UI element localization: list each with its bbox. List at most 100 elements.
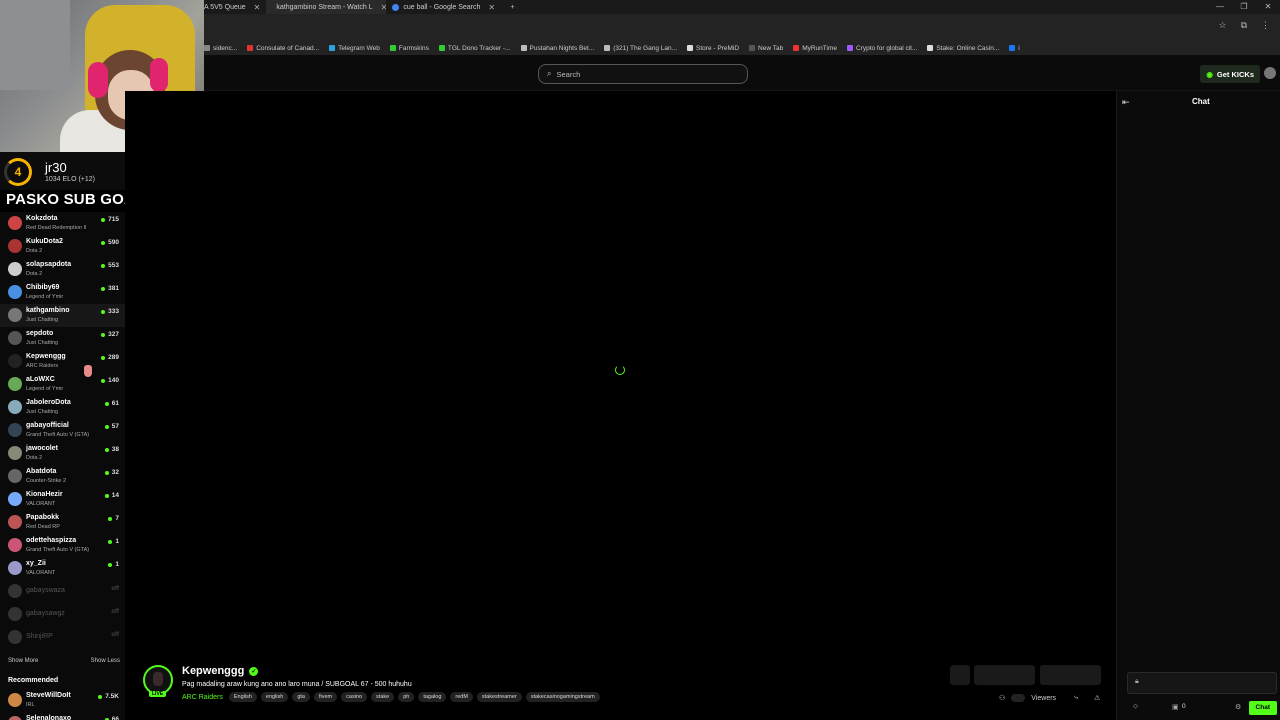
stream-tag[interactable]: fivem	[314, 692, 338, 702]
sidebar-channel[interactable]: jawocolet Dota 2 38	[0, 442, 125, 465]
channel-avatar	[8, 584, 22, 598]
placeholder-button[interactable]	[950, 665, 970, 685]
sidebar-channel[interactable]: Papabokk Red Dead RP 7	[0, 511, 125, 534]
star-icon[interactable]: ☆	[1218, 20, 1226, 31]
points-icon[interactable]: ⬦	[1133, 703, 1138, 711]
channel-avatar	[8, 693, 22, 707]
bookmark-item[interactable]: TGL Dono Tracker -...	[438, 45, 511, 52]
show-less-button[interactable]: Show Less	[91, 658, 120, 664]
share-icon[interactable]: ⤷	[1074, 694, 1078, 702]
sidebar-channel-offline[interactable]: ShinjiRP off	[0, 626, 125, 649]
browser-tab-active[interactable]: kathgambino Stream - Watch L ✕	[266, 0, 387, 14]
bookmark-label: sidenc...	[213, 44, 238, 52]
stream-tag[interactable]: English	[228, 692, 257, 702]
chat-title: Chat	[1192, 97, 1210, 106]
bookmark-item[interactable]: MyRunTime	[793, 45, 837, 52]
live-badge: LIVE	[149, 691, 167, 697]
sidebar-channel[interactable]: solapsapdota Dota 2 553	[0, 258, 125, 281]
close-window-icon[interactable]: ✕	[1256, 0, 1280, 14]
stream-tag[interactable]: redM	[450, 692, 473, 702]
channel-name: Chibiby69	[26, 284, 60, 291]
recommended-channel[interactable]: Selenalonaxo 66	[0, 712, 125, 720]
search-input[interactable]: ⌕ Search	[538, 64, 748, 84]
sidebar-channel[interactable]: xy_Zii VALORANT 1	[0, 557, 125, 580]
send-chat-button[interactable]: Chat	[1248, 701, 1277, 715]
streamer-name[interactable]: Kepwenggg	[182, 665, 244, 677]
bookmark-item[interactable]: Telegram Web	[329, 45, 380, 52]
channel-game: Just Chatting	[26, 340, 59, 346]
stream-tag[interactable]: ph	[398, 692, 415, 702]
report-warning-icon[interactable]: ⚠	[1094, 694, 1100, 702]
bookmark-label: Consulate of Canad...	[256, 44, 320, 52]
sidebar-channel-offline[interactable]: gabaysawgz off	[0, 603, 125, 626]
sidebar-channel[interactable]: sepdoto Just Chatting 327	[0, 327, 125, 350]
stream-category-link[interactable]: ARC Raiders	[182, 694, 223, 701]
close-icon[interactable]: ✕	[254, 3, 261, 12]
settings-gear-icon[interactable]: ⚙	[1235, 703, 1241, 711]
stream-tag[interactable]: stakecasinogamingstream	[525, 692, 600, 702]
bookmark-item[interactable]: Farmskins	[389, 45, 429, 52]
menu-icon[interactable]: ⋮	[1261, 20, 1270, 31]
bookmark-item[interactable]: Store - PreMiD	[687, 45, 739, 52]
recommended-channel[interactable]: SteveWillDoIt IRL 7.5K	[0, 689, 125, 712]
maximize-icon[interactable]: ❐	[1232, 0, 1256, 14]
viewer-count: 553	[108, 262, 119, 269]
sidebar-channel[interactable]: JaboleroDota Just Chatting 61	[0, 396, 125, 419]
sidebar-channel[interactable]: Kokzdota Red Dead Redemption II 715	[0, 212, 125, 235]
stream-tag[interactable]: english	[260, 692, 289, 702]
viewer-count: 1	[115, 538, 119, 545]
stream-tag[interactable]: casino	[341, 692, 368, 702]
extensions-icon[interactable]: ⧉	[1241, 20, 1247, 31]
bookmark-item[interactable]: (321) The Gang Lan...	[604, 45, 677, 52]
chat-actions: ⬦ ▣ 0 ⚙ Chat	[1127, 701, 1277, 715]
bookmark-item[interactable]: New Tab	[749, 45, 783, 52]
stream-info: LIVE Kepwenggg ✓ Pag madaling araw kung …	[125, 653, 1116, 720]
channel-game: Grand Theft Auto V (GTA)	[26, 432, 90, 438]
bookmarks-bar: sidenc... Consulate of Canad... Telegram W…	[204, 41, 1280, 55]
bookmark-item[interactable]: Pustahan Nights Bet...	[520, 45, 594, 52]
stream-tag[interactable]: gta	[292, 692, 310, 702]
sidebar-channel[interactable]: KukuDota2 Dota 2 590	[0, 235, 125, 258]
video-player[interactable]	[125, 91, 1116, 653]
live-dot-icon	[101, 332, 106, 337]
chat-input[interactable]: 🔒︎	[1127, 672, 1277, 694]
sidebar-channel[interactable]: odettehaspizza Grand Theft Auto V (GTA) 1	[0, 534, 125, 557]
live-dot-icon	[104, 493, 109, 498]
google-favicon-icon	[392, 3, 400, 11]
tab-label: A 5V5 Queue	[204, 3, 246, 11]
viewer-count: 327	[108, 331, 119, 338]
live-dot-icon	[101, 263, 106, 268]
bookmark-favicon-icon	[687, 45, 694, 51]
sidebar-channel[interactable]: gabayofficial Grand Theft Auto V (GTA) 57	[0, 419, 125, 442]
close-icon[interactable]: ✕	[488, 3, 495, 12]
sidebar-channel[interactable]: kathgambino Just Chatting 333	[0, 304, 125, 327]
new-tab-button[interactable]: +	[504, 0, 520, 14]
sidebar-channel[interactable]: KionaHezir VALORANT 14	[0, 488, 125, 511]
sidebar-channel[interactable]: aLoWXC Legend of Ymir 140	[0, 373, 125, 396]
bookmark-item[interactable]: i	[1009, 45, 1020, 52]
viewer-count: 289	[108, 354, 119, 361]
stream-tag[interactable]: tagalog	[418, 692, 447, 702]
bookmark-item[interactable]: sidenc...	[204, 45, 237, 52]
minimize-icon[interactable]: —	[1208, 0, 1232, 14]
viewer-count: 590	[108, 239, 119, 246]
collapse-chat-icon[interactable]: ⇤	[1122, 97, 1130, 108]
sidebar-channel[interactable]: Abatdota Counter-Strike 2 32	[0, 465, 125, 488]
bookmark-item[interactable]: Crypto for global cit...	[846, 45, 917, 52]
user-avatar[interactable]	[1264, 67, 1276, 79]
sidebar-channel-offline[interactable]: gabayswaza off	[0, 580, 125, 603]
stream-tag[interactable]: stakestreamer	[476, 692, 522, 702]
channel-avatar	[8, 354, 22, 368]
sidebar-channel[interactable]: Chibiby69 Legend of Ymir 381	[0, 281, 125, 304]
bookmark-item[interactable]: Stake: Online Casin...	[927, 45, 999, 52]
channel-game: IRL	[26, 702, 35, 708]
placeholder-button[interactable]	[1040, 665, 1101, 685]
sidebar-channel[interactable]: Kepwenggg ARC Raiders 289	[0, 350, 125, 373]
gift-icon[interactable]: ▣	[1172, 703, 1179, 711]
bookmark-item[interactable]: Consulate of Canad...	[247, 45, 319, 52]
get-kicks-button[interactable]: ◉ Get KICKs	[1200, 65, 1260, 83]
browser-tab[interactable]: cue ball - Google Search ✕	[386, 0, 504, 14]
placeholder-button[interactable]	[974, 665, 1035, 685]
stream-tag[interactable]: stake	[371, 692, 395, 702]
show-more-button[interactable]: Show More	[8, 658, 38, 664]
